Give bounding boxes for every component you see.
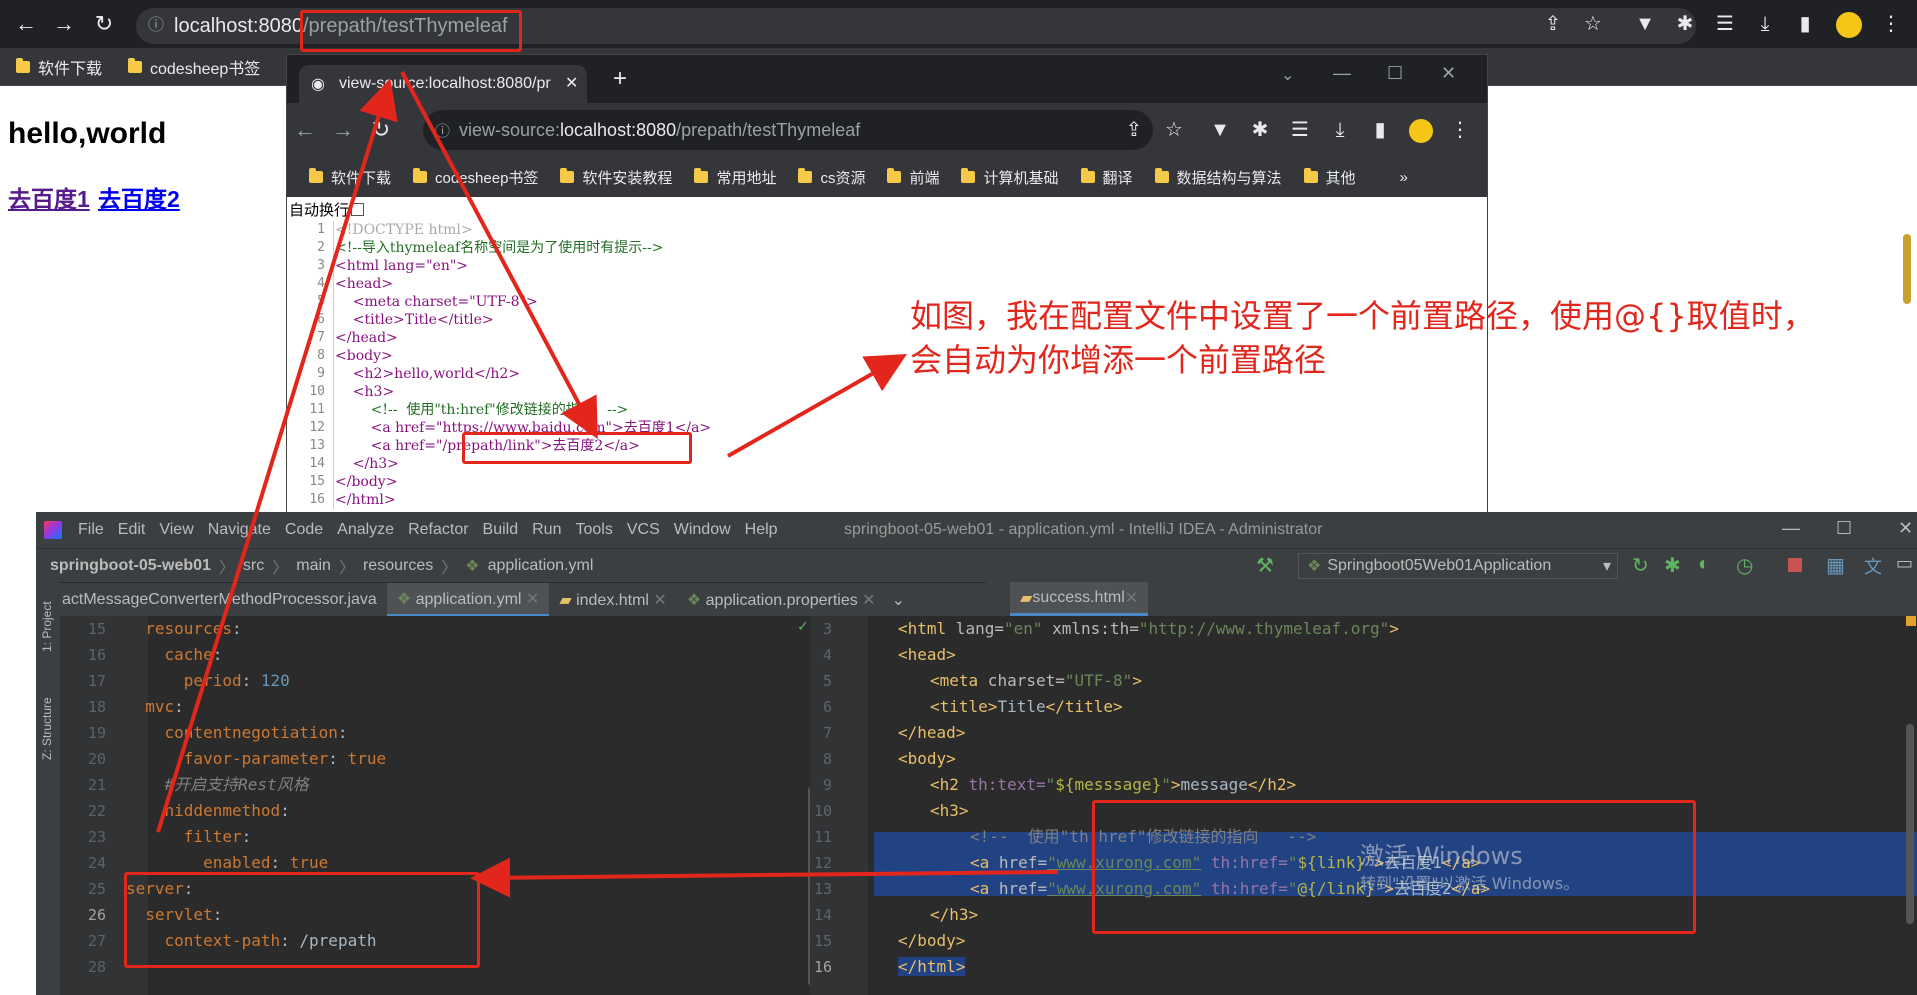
arrow-source-to-note xyxy=(727,354,907,458)
arrow-yaml-to-url xyxy=(156,78,398,833)
arrow-url-to-source xyxy=(400,71,598,440)
arrow-html-to-yaml xyxy=(470,857,1059,898)
annotation-arrows xyxy=(156,71,1059,898)
